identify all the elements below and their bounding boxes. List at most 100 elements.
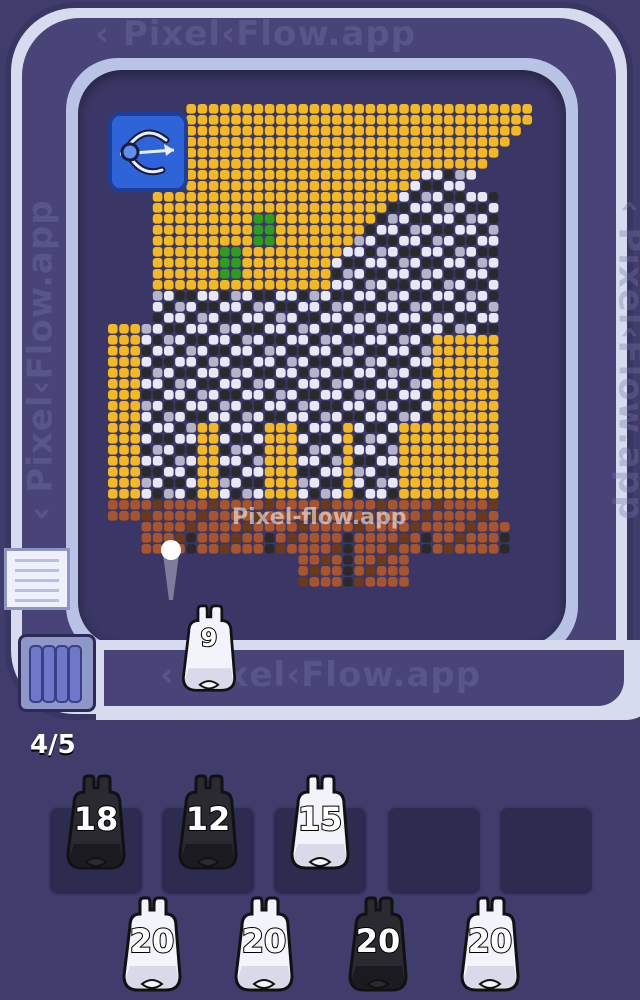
pixel-cell <box>164 236 174 246</box>
pixel-cell <box>298 357 308 367</box>
pixel-cell <box>320 467 331 477</box>
pixel-cell <box>488 489 499 499</box>
waiting-bag-black[interactable]: 20 <box>342 896 414 994</box>
pixel-cell <box>208 137 219 147</box>
pixel-cell <box>164 401 174 411</box>
pixel-cell <box>186 379 196 389</box>
pixel-cell <box>421 104 432 114</box>
slot-bag-black[interactable]: 12 <box>172 774 244 872</box>
pixel-cell <box>264 269 275 279</box>
pixel-cell <box>410 115 420 125</box>
pixel-cell <box>164 258 174 268</box>
pixel-cell <box>410 533 420 543</box>
pixel-cell <box>242 313 252 323</box>
pixel-cell <box>488 335 499 345</box>
pixel-cell <box>130 456 140 466</box>
pixel-cell <box>488 291 499 301</box>
pixel-cell <box>399 489 409 499</box>
pixel-cell <box>264 214 275 224</box>
pixel-cell <box>130 324 140 334</box>
pixel-cell <box>376 401 387 411</box>
pixel-cell <box>164 434 174 444</box>
pixel-cell <box>164 324 174 334</box>
pixel-cell <box>164 511 174 521</box>
pixel-cell <box>399 192 409 202</box>
powerup-button[interactable] <box>108 112 188 192</box>
pixel-cell <box>488 379 499 389</box>
pixel-cell <box>488 445 499 455</box>
pixel-cell <box>164 445 174 455</box>
pixel-cell <box>477 104 488 114</box>
waiting-bag-white[interactable]: 20 <box>228 896 300 994</box>
pixel-cell <box>197 544 208 554</box>
pixel-cell <box>119 456 129 466</box>
pixel-cell <box>410 291 420 301</box>
pixel-cell <box>388 258 398 268</box>
pixel-cell <box>309 544 320 554</box>
pixel-cell <box>298 478 308 488</box>
pixel-cell <box>186 456 196 466</box>
pixel-cell <box>455 478 465 488</box>
pixel-cell <box>287 258 297 268</box>
pixel-cell <box>410 335 420 345</box>
pixel-cell <box>320 412 331 422</box>
pixel-cell <box>309 236 320 246</box>
pixel-cell <box>298 137 308 147</box>
pixel-cell <box>253 346 264 356</box>
pixel-cell <box>388 269 398 279</box>
pixel-cell <box>388 390 398 400</box>
pixel-cell <box>488 203 499 213</box>
pixel-cell <box>197 192 208 202</box>
pixel-cell <box>220 522 230 532</box>
pixel-cell <box>320 214 331 224</box>
pixel-cell <box>477 225 488 235</box>
pixel-cell <box>388 302 398 312</box>
pixel-cell <box>477 500 488 510</box>
pixel-cell <box>399 390 409 400</box>
pixel-cell <box>466 423 476 433</box>
pixel-cell <box>455 368 465 378</box>
pixel-cell <box>376 181 387 191</box>
pixel-cell <box>399 313 409 323</box>
pixel-cell <box>175 522 185 532</box>
pixel-cell <box>231 137 241 147</box>
pixel-cell <box>253 390 264 400</box>
bag-count: 12 <box>185 799 232 839</box>
slot-bag-black[interactable]: 18 <box>60 774 132 872</box>
pixel-cell <box>410 203 420 213</box>
pixel-cell <box>164 412 174 422</box>
waiting-bag-white[interactable]: 20 <box>116 896 188 994</box>
pixel-cell <box>253 423 264 433</box>
pixel-cell <box>455 511 465 521</box>
pixel-cell <box>264 159 275 169</box>
pixel-cell <box>287 445 297 455</box>
waiting-bag-white[interactable]: 20 <box>454 896 526 994</box>
pixel-cell <box>410 137 420 147</box>
pixel-cell <box>276 192 286 202</box>
active-shooter-bag[interactable]: 9 <box>176 604 242 694</box>
pixel-cell <box>488 324 499 334</box>
pixel-cell <box>320 577 331 587</box>
pixel-cell <box>242 247 252 257</box>
pixel-cell <box>388 214 398 224</box>
pixel-cell <box>444 170 454 180</box>
pixel-cell <box>175 192 185 202</box>
pixel-cell <box>332 126 342 136</box>
pixel-cell <box>119 379 129 389</box>
pixel-cell <box>130 445 140 455</box>
pixel-cell <box>500 115 510 125</box>
pixel-cell <box>432 335 443 345</box>
pixel-cell <box>208 258 219 268</box>
pixel-cell <box>343 555 353 565</box>
pixel-cell <box>332 291 342 301</box>
pixel-cell <box>421 159 432 169</box>
slot-bag-white[interactable]: 15 <box>284 774 356 872</box>
pixel-cell <box>320 115 331 125</box>
pixel-cell <box>444 291 454 301</box>
pixel-cell <box>231 368 241 378</box>
pixel-cell <box>522 104 532 114</box>
pixel-cell <box>208 511 219 521</box>
pixel-cell <box>455 225 465 235</box>
pixel-cell <box>108 346 118 356</box>
pixel-cell <box>477 445 488 455</box>
